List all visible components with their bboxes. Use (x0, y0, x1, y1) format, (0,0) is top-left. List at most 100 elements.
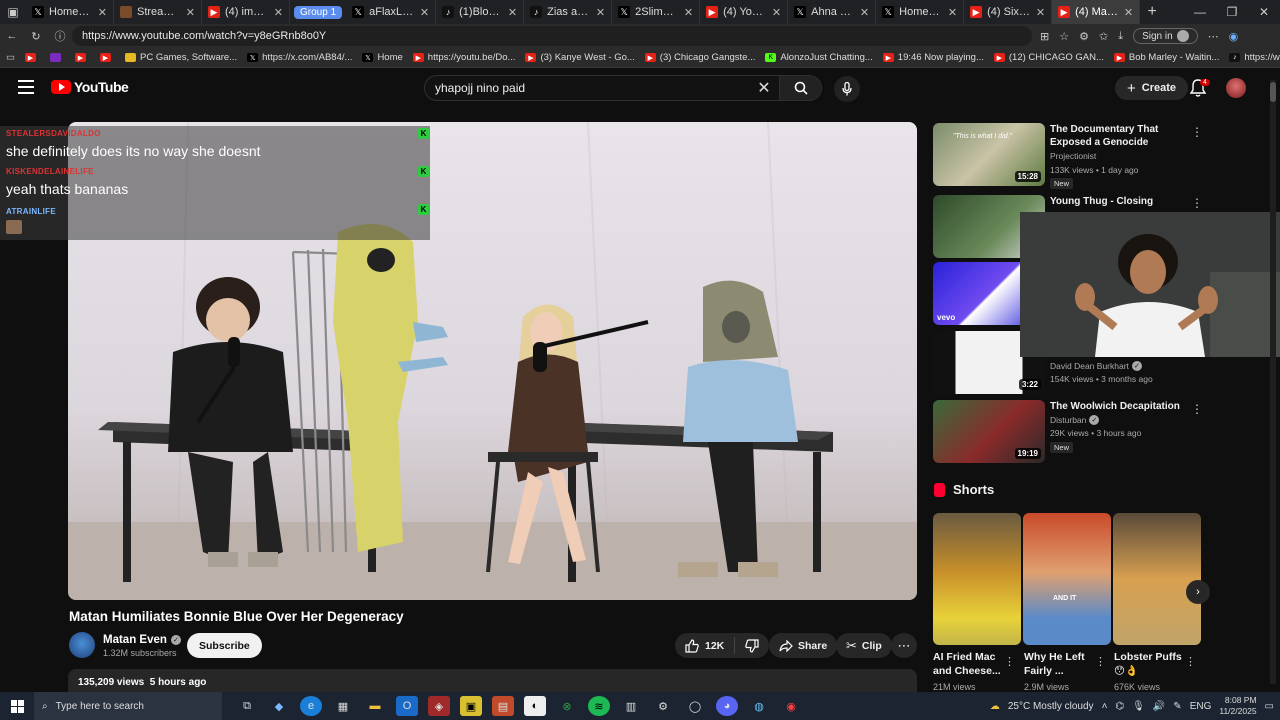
share-button[interactable]: Share (769, 633, 838, 658)
obs-icon[interactable]: ◉ (780, 696, 802, 716)
channel-avatar[interactable] (69, 632, 95, 658)
app-icon[interactable]: ▣ (460, 696, 482, 716)
hamburger-menu-icon[interactable] (18, 80, 34, 94)
short-title[interactable]: AI Fried Mac and Cheese... (933, 650, 1011, 678)
more-options-icon[interactable]: ⋮ (1095, 655, 1106, 668)
pen-icon[interactable]: ✎ (1173, 701, 1181, 712)
clip-button[interactable]: ✂ Clip (836, 633, 892, 658)
more-options-icon[interactable]: ⋮ (1185, 655, 1196, 668)
create-button[interactable]: + Create (1115, 76, 1189, 100)
window-menu-icon[interactable]: ▣ (0, 0, 26, 24)
steam-icon[interactable]: ◍ (748, 696, 770, 716)
close-tab-icon[interactable]: ✕ (508, 6, 517, 19)
account-avatar[interactable] (1226, 78, 1246, 98)
tab-blou[interactable]: ♪(1)Blou had✕ (436, 0, 525, 24)
recommended-video[interactable]: 19:19 The Woolwich Decapitation Disturba… (933, 400, 1203, 466)
more-options-icon[interactable]: ⋮ (1191, 125, 1203, 139)
url-field[interactable]: https://www.youtube.com/watch?v=y8eGRnb8… (72, 26, 1032, 46)
video-thumbnail[interactable]: "This is what I did." 15:28 (933, 123, 1045, 186)
close-tab-icon[interactable]: ✕ (948, 6, 957, 19)
volume-icon[interactable]: 🔊 (1153, 701, 1165, 712)
favorites-icon[interactable]: ✩ (1099, 30, 1108, 43)
edge-icon[interactable]: e (300, 696, 322, 716)
back-icon[interactable]: ← (0, 30, 24, 42)
more-options-icon[interactable]: ⋮ (1191, 402, 1203, 416)
bookmark-item[interactable]: ▶ (3) Chicago Gangste... (644, 52, 755, 63)
bookmark-item[interactable]: ♪https://www.tiktok.c... (1229, 52, 1280, 63)
language-indicator[interactable]: ENG (1190, 701, 1212, 712)
weather-icon[interactable]: ☁ (990, 701, 1000, 712)
weather-text[interactable]: 25°C Mostly cloudy (1008, 701, 1094, 712)
youtube-logo[interactable]: YouTube (51, 79, 129, 95)
close-tab-icon[interactable]: ✕ (772, 6, 781, 19)
clock[interactable]: 8:08 PM 11/2/2025 (1219, 695, 1256, 717)
bookmark-item[interactable]: 𝕏https://x.com/AB84/... (247, 52, 352, 63)
close-tab-icon[interactable]: ✕ (860, 6, 869, 19)
menu-dots-icon[interactable]: ⋯ (1208, 30, 1219, 43)
subscribe-button[interactable]: Subscribe (187, 633, 262, 658)
more-actions-button[interactable]: ⋯ (891, 633, 917, 658)
short-title[interactable]: Lobster Puffs 😯👌 (1114, 650, 1192, 678)
maximize-icon[interactable]: ❐ (1216, 5, 1248, 19)
tab-imdontai[interactable]: ▶(4) imdontai✕ (202, 0, 290, 24)
bookmark-item[interactable]: K AlonzoJust Chatting... (765, 52, 873, 63)
tab-home-x[interactable]: 𝕏 Home / X ✕ (26, 0, 114, 24)
tab-zias-blou[interactable]: ♪Zias and Blou✕ (524, 0, 613, 24)
short-thumbnail[interactable] (1113, 513, 1201, 645)
recommended-video[interactable]: "This is what I did." 15:28 The Document… (933, 123, 1203, 189)
bookmark-item[interactable]: PC Games, Software... (124, 52, 237, 63)
new-tab-button[interactable]: + (1140, 3, 1164, 21)
close-tab-icon[interactable]: ✕ (98, 6, 107, 19)
tray-chevron-icon[interactable]: ˄ (1102, 701, 1108, 712)
tab-2slimey[interactable]: 𝕏2Slimey on X✕ (612, 0, 701, 24)
voice-search-button[interactable] (834, 76, 860, 102)
tab-matan-active[interactable]: ▶(4) Matan H✕ (1052, 0, 1141, 24)
tab-aflaxlife[interactable]: 𝕏aFlaxLife (@✕ (346, 0, 437, 24)
tab-home-x-2[interactable]: 𝕏 Home / X ✕ (876, 0, 965, 24)
bookmark-apps-icon[interactable]: ▭ (6, 52, 15, 63)
app-icon[interactable]: ◐ (524, 696, 546, 716)
bookmark-item[interactable]: ▶ (74, 53, 90, 62)
mic-icon[interactable]: 🎙 (1132, 701, 1145, 712)
xbox-icon[interactable]: ⊗ (556, 696, 578, 716)
network-icon[interactable]: ⌬ (1115, 701, 1124, 712)
bookmark-item[interactable]: ▶ (12) CHICAGO GAN... (993, 52, 1104, 63)
discord-icon[interactable]: ◕ (716, 696, 738, 716)
windows-start-icon[interactable] (0, 699, 34, 713)
tab-six-flags[interactable]: ▶(4) Six Flags✕ (964, 0, 1053, 24)
bookmark-item[interactable]: ▶ Bob Marley - Waitin... (1113, 52, 1219, 63)
sign-in-button[interactable]: Sign in (1133, 28, 1198, 44)
close-tab-icon[interactable]: ✕ (420, 6, 429, 19)
bookmark-item[interactable]: ▶ (99, 53, 115, 62)
short-thumbnail[interactable]: AND IT (1023, 513, 1111, 645)
page-scrollbar[interactable] (1270, 80, 1276, 684)
taskbar-search-box[interactable]: ⌕ Type here to search (34, 692, 222, 720)
tab-group-chip[interactable]: Group 1 (294, 5, 343, 19)
apps-icon[interactable]: ⊞ (1040, 30, 1049, 43)
star-icon[interactable]: ☆ (1059, 30, 1069, 43)
more-options-icon[interactable]: ⋮ (1191, 196, 1203, 210)
short-thumbnail[interactable] (933, 513, 1021, 645)
close-tab-icon[interactable]: ✕ (596, 6, 605, 19)
outlook-icon[interactable]: O (396, 696, 418, 716)
notification-center-icon[interactable]: ▭ (1265, 701, 1274, 712)
shorts-next-button[interactable]: › (1186, 580, 1210, 604)
task-view-icon[interactable]: ⧉ (236, 696, 258, 716)
bookmark-item[interactable]: ▶ (3) Kanye West - Go... (525, 52, 635, 63)
close-tab-icon[interactable]: ✕ (1036, 6, 1045, 19)
close-tab-icon[interactable]: ✕ (186, 6, 195, 19)
tab-youtube[interactable]: ▶(4) YouTube✕ (700, 0, 789, 24)
bookmark-item[interactable]: ▶ https://youtu.be/Do... (412, 52, 515, 63)
close-tab-icon[interactable]: ✕ (1124, 6, 1133, 19)
clear-search-icon[interactable]: ✕ (749, 78, 779, 98)
download-icon[interactable]: ⤓ (1118, 30, 1123, 43)
settings-gear-icon[interactable]: ⚙ (652, 696, 674, 716)
reload-icon[interactable]: ↻ (24, 30, 48, 43)
bookmark-item[interactable]: ▶ 19:46 Now playing... (882, 52, 984, 63)
tab-ahna-mac[interactable]: 𝕏Ahna Mac✕ (788, 0, 877, 24)
like-button[interactable]: 12K (675, 637, 736, 654)
dislike-button[interactable] (735, 638, 769, 653)
channel-name[interactable]: Matan Even ✓ (103, 634, 181, 646)
bookmark-item[interactable]: 𝕏 Home (362, 52, 403, 63)
file-explorer-icon[interactable]: ▬ (364, 696, 386, 716)
